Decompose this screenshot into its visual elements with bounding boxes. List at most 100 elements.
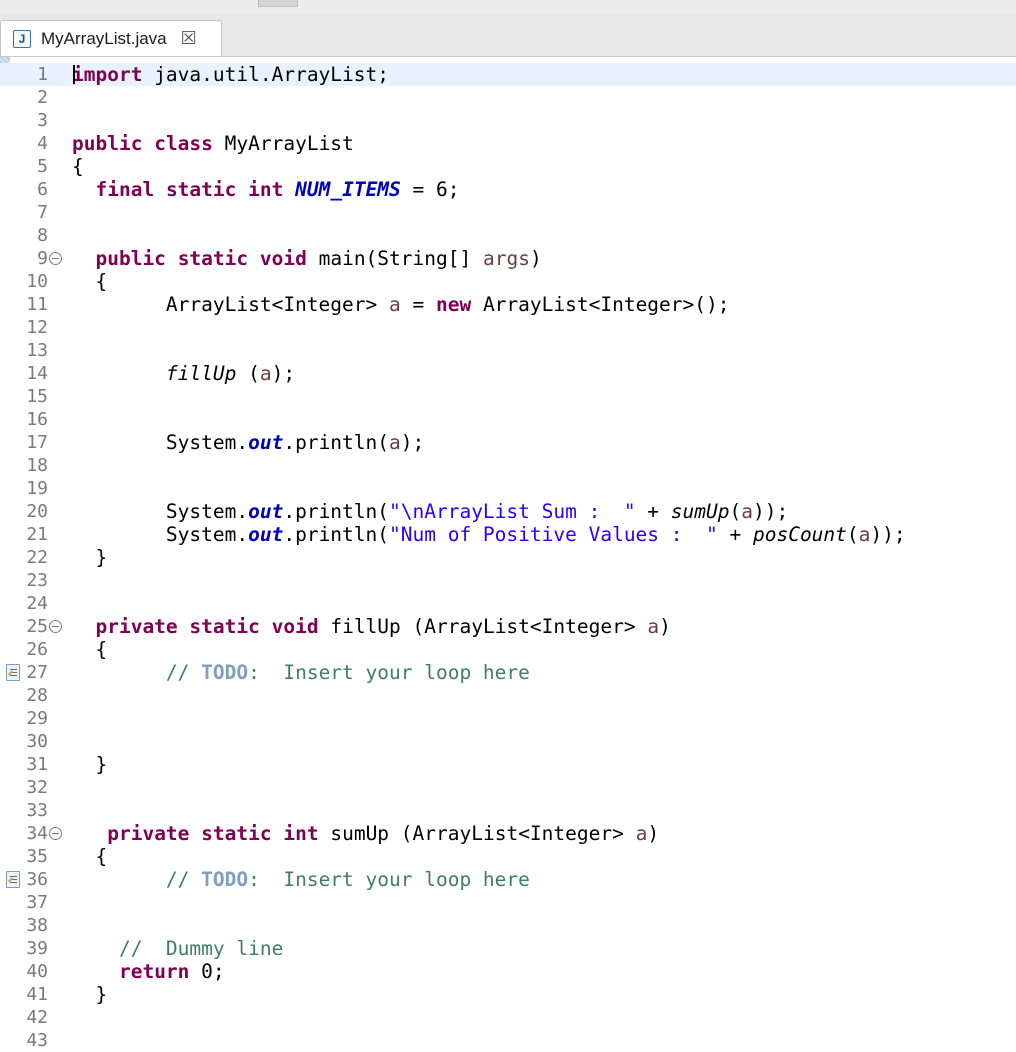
- code-token: out: [248, 431, 284, 454]
- code-token: (: [236, 362, 260, 385]
- code-line[interactable]: 14 fillUp (a);: [0, 362, 1016, 385]
- top-sash-handle[interactable]: [258, 0, 298, 7]
- code-token: // Dummy line: [118, 937, 284, 960]
- code-line[interactable]: 27 // TODO: Insert your loop here: [0, 661, 1016, 684]
- code-token: System.: [72, 500, 249, 523]
- code-line[interactable]: 24: [0, 592, 1016, 615]
- code-line[interactable]: 42: [0, 1006, 1016, 1029]
- code-line[interactable]: 18: [0, 454, 1016, 477]
- line-number: 21: [26, 524, 48, 545]
- task-marker-icon[interactable]: [6, 664, 20, 681]
- code-token: main(String[]: [306, 247, 483, 270]
- code-line[interactable]: 38: [0, 914, 1016, 937]
- code-line[interactable]: 4 public class MyArrayList: [0, 132, 1016, 155]
- code-line[interactable]: 26 {: [0, 638, 1016, 661]
- code-editor[interactable]: 1 import java.util.ArrayList; 2 3 4 public cl…: [0, 57, 1016, 1051]
- editor-tab-myarraylist[interactable]: J MyArrayList.java ☒: [0, 20, 222, 56]
- collapse-fold-icon[interactable]: [49, 620, 62, 633]
- code-line[interactable]: 37: [0, 891, 1016, 914]
- code-line[interactable]: 41 }: [0, 983, 1016, 1006]
- code-token: void: [271, 615, 319, 638]
- code-token: a: [741, 500, 753, 523]
- line-number: 11: [26, 294, 48, 315]
- collapse-fold-icon[interactable]: [49, 827, 62, 840]
- code-token: out: [248, 500, 284, 523]
- code-token: sumUp: [670, 500, 730, 523]
- code-token: a: [647, 615, 660, 638]
- code-line[interactable]: 35 {: [0, 845, 1016, 868]
- code-token: args: [482, 247, 530, 270]
- code-line[interactable]: 11 ArrayList<Integer> a = new ArrayList<…: [0, 293, 1016, 316]
- code-line[interactable]: 36 // TODO: Insert your loop here: [0, 868, 1016, 891]
- code-line[interactable]: 21 System.out.println("Num of Positive V…: [0, 523, 1016, 546]
- task-marker-icon[interactable]: [6, 871, 20, 888]
- code-line[interactable]: 2: [0, 86, 1016, 109]
- line-number: 1: [37, 64, 48, 85]
- code-line[interactable]: 25 private static void fillUp (ArrayList…: [0, 615, 1016, 638]
- code-line[interactable]: 7: [0, 201, 1016, 224]
- code-line[interactable]: 16: [0, 408, 1016, 431]
- code-token: static: [201, 822, 272, 845]
- line-number: 30: [26, 731, 48, 752]
- code-token: a: [635, 822, 648, 845]
- code-token: }: [72, 753, 108, 776]
- line-number: 9: [37, 248, 48, 269]
- line-number: 23: [26, 570, 48, 591]
- code-token: a: [858, 523, 871, 546]
- code-token: (: [729, 500, 742, 523]
- code-line[interactable]: 43: [0, 1029, 1016, 1052]
- code-line[interactable]: 32: [0, 776, 1016, 799]
- java-file-icon: J: [13, 29, 31, 48]
- code-token: NUM_ITEMS: [295, 178, 401, 201]
- code-line[interactable]: 9 public static void main(String[] args): [0, 247, 1016, 270]
- code-text: public class MyArrayList: [72, 132, 354, 155]
- code-line[interactable]: 15: [0, 385, 1016, 408]
- code-line[interactable]: 13: [0, 339, 1016, 362]
- code-line[interactable]: 29: [0, 707, 1016, 730]
- code-text: public static void main(String[] args): [72, 247, 541, 270]
- line-number: 31: [26, 754, 48, 775]
- code-line[interactable]: 1 import java.util.ArrayList;: [0, 63, 1016, 86]
- code-token: final: [95, 178, 155, 201]
- code-line[interactable]: 34 private static int sumUp (ArrayList<I…: [0, 822, 1016, 845]
- code-text: // TODO: Insert your loop here: [72, 868, 530, 891]
- collapse-fold-icon[interactable]: [49, 252, 62, 265]
- code-line[interactable]: 40 return 0;: [0, 960, 1016, 983]
- code-line[interactable]: 12: [0, 316, 1016, 339]
- code-line[interactable]: 31 }: [0, 753, 1016, 776]
- code-token: ));: [870, 523, 906, 546]
- line-number: 8: [37, 225, 48, 246]
- close-icon[interactable]: ☒: [181, 29, 197, 48]
- line-number: 42: [26, 1007, 48, 1028]
- code-token: fillUp (ArrayList<Integer>: [318, 615, 648, 638]
- code-line[interactable]: 20 System.out.println("\nArrayList Sum :…: [0, 500, 1016, 523]
- code-line[interactable]: 5{: [0, 155, 1016, 178]
- code-line[interactable]: 33: [0, 799, 1016, 822]
- code-token: {: [72, 638, 108, 661]
- code-token: (: [846, 523, 859, 546]
- code-line[interactable]: 28: [0, 684, 1016, 707]
- code-text: {: [72, 155, 84, 178]
- code-token: {: [72, 845, 108, 868]
- code-line[interactable]: 8: [0, 224, 1016, 247]
- code-token: private: [107, 822, 190, 845]
- code-line[interactable]: 22 }: [0, 546, 1016, 569]
- code-line[interactable]: 6 final static int NUM_ITEMS = 6;: [0, 178, 1016, 201]
- code-line[interactable]: 30: [0, 730, 1016, 753]
- code-line[interactable]: 39 // Dummy line: [0, 937, 1016, 960]
- code-token: "\nArrayList Sum : ": [389, 500, 636, 523]
- code-token: new: [435, 293, 472, 316]
- editor-tab-strip: J MyArrayList.java ☒: [0, 14, 1016, 57]
- line-number: 26: [26, 639, 48, 660]
- code-line[interactable]: 10 {: [0, 270, 1016, 293]
- code-line[interactable]: 17 System.out.println(a);: [0, 431, 1016, 454]
- code-token: +: [635, 500, 671, 523]
- code-line[interactable]: 3: [0, 109, 1016, 132]
- code-line[interactable]: 19: [0, 477, 1016, 500]
- code-line[interactable]: 23: [0, 569, 1016, 592]
- line-number: 14: [26, 363, 48, 384]
- line-number: 39: [26, 938, 48, 959]
